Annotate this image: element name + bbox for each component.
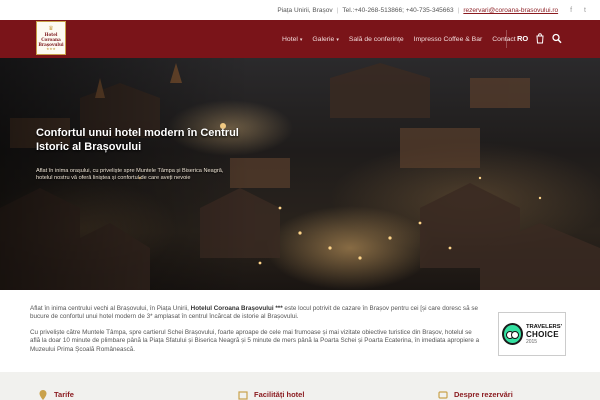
top-info-bar: Piața Unirii, Brașov | Tel.:+40-268-5138…: [0, 0, 600, 20]
chevron-down-icon: ▾: [299, 36, 303, 43]
feature-facilities[interactable]: Facilități hotel: [200, 372, 400, 400]
facebook-icon[interactable]: f: [570, 7, 572, 14]
feature-rates[interactable]: Tarife: [0, 372, 200, 400]
feature-reservations[interactable]: Despre rezervări: [400, 372, 600, 400]
facilities-icon: [238, 391, 248, 400]
badge-line-2: CHOICE: [525, 329, 559, 339]
hero-subtitle: Aflat în inima orașului, cu priveliște s…: [36, 168, 224, 182]
address-text: Piața Unirii, Brașov: [277, 6, 333, 14]
badge-year: 2015: [525, 338, 538, 345]
nav-divider: [506, 30, 507, 48]
hero-banner: Confortul unui hotel modern în Centrul I…: [0, 58, 600, 290]
nav-item-contact[interactable]: Contact: [492, 36, 515, 43]
nav-menu: Hotel ▾ Galerie ▾ Sală de conferințe Impre…: [282, 20, 516, 58]
separator: |: [457, 6, 460, 14]
main-navigation: ♛ Hotel Coroana Brașovului ★★★ Hotel ▾ Ga…: [0, 20, 600, 58]
hotel-name-highlight: Hotelul Coroana Brașovului ***: [190, 305, 283, 312]
location-pin-icon: [39, 390, 47, 400]
intro-paragraph-1: Aflat în inima centrului vechi al Brașov…: [30, 305, 478, 321]
intro-section: Aflat în inima centrului vechi al Brașov…: [30, 305, 480, 361]
separator: |: [336, 6, 339, 14]
email-link[interactable]: rezervari@coroana-brasovului.ro: [463, 7, 558, 14]
nav-item-hotel[interactable]: Hotel ▾: [282, 36, 302, 43]
phone-text: Tel.:+40-268-513866; +40-735-345663: [342, 6, 454, 14]
twitter-icon[interactable]: t: [584, 7, 586, 14]
chevron-down-icon: ▾: [336, 36, 339, 43]
travelers-choice-badge[interactable]: TRAVELERS' CHOICE 2015: [498, 312, 566, 356]
hero-title: Confortul unui hotel modern în Centrul I…: [36, 127, 239, 153]
nav-item-galerie[interactable]: Galerie ▾: [312, 36, 338, 43]
nav-item-coffee-bar[interactable]: Impresso Coffee & Bar: [414, 36, 483, 43]
language-switcher[interactable]: RO: [517, 34, 528, 43]
contact-icon: [438, 391, 448, 399]
logo-stars: ★★★: [46, 46, 56, 51]
tripadvisor-owl-icon: [502, 323, 523, 345]
intro-paragraph-2: Cu priveliște către Muntele Tâmpa, spre …: [30, 328, 480, 353]
features-strip: Tarife Facilități hotel Despre rezervări: [0, 372, 600, 400]
search-icon[interactable]: [552, 33, 562, 44]
hotel-logo[interactable]: ♛ Hotel Coroana Brașovului ★★★: [36, 21, 66, 55]
nav-item-conference-room[interactable]: Sală de conferințe: [349, 36, 404, 43]
cart-icon[interactable]: [535, 33, 545, 44]
